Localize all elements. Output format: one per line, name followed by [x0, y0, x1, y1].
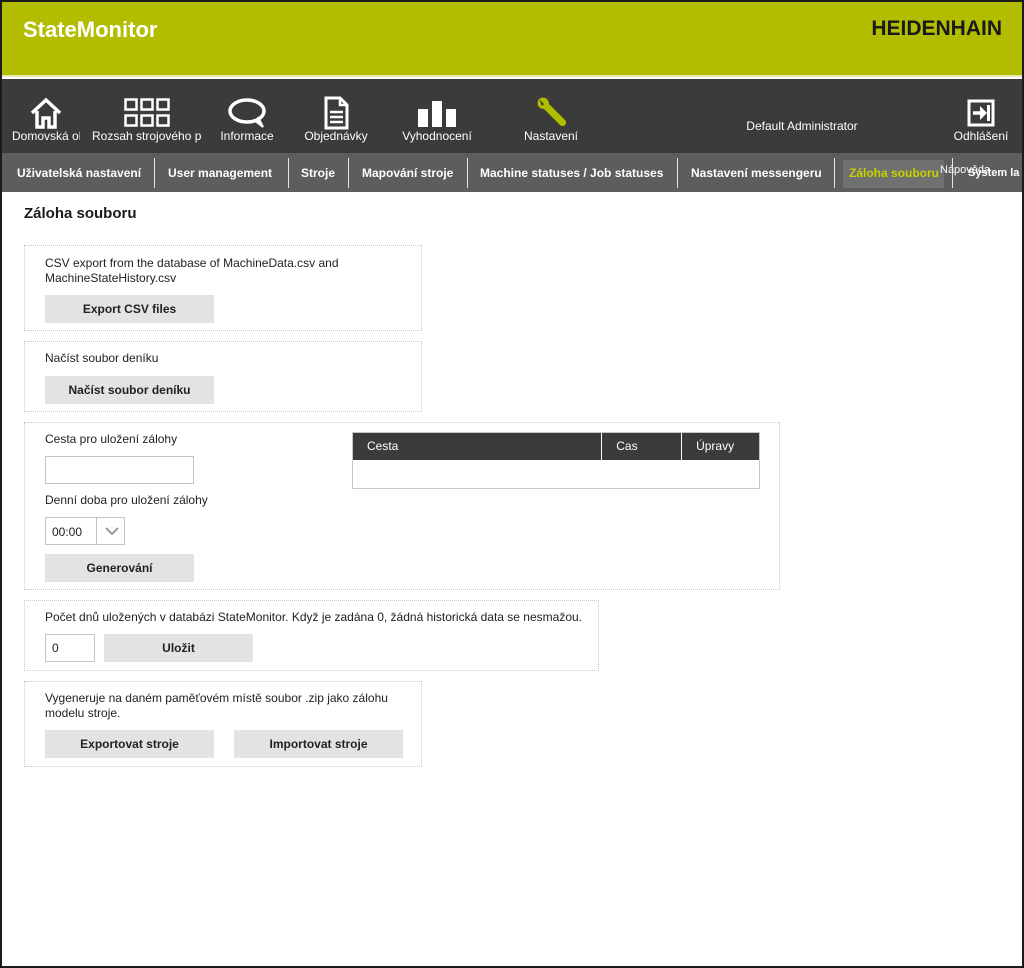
current-user: Default Administrator	[746, 119, 858, 133]
nav-label: Domovská obrazovka	[12, 129, 80, 143]
export-machines-button[interactable]: Exportovat stroje	[45, 730, 214, 758]
tab-user-management[interactable]: User management	[168, 153, 272, 192]
app-window: StateMonitor HEIDENHAIN Domovská obrazov…	[0, 0, 1024, 968]
grid-icon	[124, 98, 170, 127]
nav-item-home[interactable]: Domovská obrazovka	[12, 79, 80, 153]
tab-divider	[834, 158, 835, 188]
csv-export-description: CSV export from the database of MachineD…	[45, 256, 339, 270]
load-log-file-button[interactable]: Načíst soubor deníku	[45, 376, 214, 404]
nav-item-evaluation[interactable]: Vyhodnocení	[396, 79, 478, 153]
app-title: StateMonitor	[23, 17, 158, 42]
nav-label: Informace	[220, 129, 274, 143]
column-header-time[interactable]: Cas	[601, 432, 683, 460]
log-file-description: Načíst soubor deníku	[45, 351, 159, 365]
nav-label: Objednávky	[304, 129, 368, 143]
csv-export-description-2: MachineStateHistory.csv	[45, 271, 177, 285]
home-icon	[30, 97, 62, 129]
save-retention-button[interactable]: Uložit	[104, 634, 253, 662]
main-nav: Domovská obrazovka Rozsah strojového par…	[2, 79, 1022, 153]
backup-time-label: Denní doba pro uložení zálohy	[45, 493, 208, 507]
retention-days-input[interactable]	[45, 634, 95, 662]
backup-time-value: 00:00	[52, 525, 83, 539]
tab-machine-mapping[interactable]: Mapování stroje	[362, 153, 453, 192]
document-icon	[324, 96, 349, 130]
tab-file-backup[interactable]: Záloha souboru	[849, 153, 943, 192]
nav-item-orders[interactable]: Objednávky	[300, 79, 372, 153]
settings-subnav: Uživatelská nastavení User management St…	[2, 153, 1022, 192]
backup-path-label: Cesta pro uložení zálohy	[45, 432, 178, 446]
tab-divider	[154, 158, 155, 188]
logout-button[interactable]: Odhlášení	[946, 79, 1016, 153]
tab-divider	[288, 158, 289, 188]
backup-path-input[interactable]	[45, 456, 194, 484]
column-header-path[interactable]: Cesta	[352, 432, 603, 460]
tab-user-settings[interactable]: Uživatelská nastavení	[17, 153, 141, 192]
table-header-row: Cesta Cas Úpravy	[352, 432, 760, 460]
tab-messenger-settings[interactable]: Nastavení messengeru	[691, 153, 822, 192]
import-machines-button[interactable]: Importovat stroje	[234, 730, 403, 758]
generate-backup-button[interactable]: Generování	[45, 554, 194, 582]
chevron-down-icon	[105, 527, 119, 536]
column-header-edits[interactable]: Úpravy	[681, 432, 760, 460]
machines-backup-description: Vygeneruje na daném paměťovém místě soub…	[45, 691, 388, 705]
tab-divider	[348, 158, 349, 188]
speech-bubble-icon	[228, 98, 266, 128]
nav-label: Nastavení	[523, 129, 579, 143]
nav-label: Rozsah strojového parku	[92, 129, 202, 143]
machines-backup-description-2: modelu stroje.	[45, 706, 121, 720]
backup-table: Cesta Cas Úpravy	[352, 432, 760, 489]
machines-backup-panel: Vygeneruje na daném paměťovém místě soub…	[24, 681, 422, 767]
csv-export-panel: CSV export from the database of MachineD…	[24, 245, 422, 331]
table-empty-cell	[352, 459, 760, 489]
page-title: Záloha souboru	[24, 205, 137, 222]
nav-item-machine-park[interactable]: Rozsah strojového parku	[92, 79, 202, 153]
tab-divider	[677, 158, 678, 188]
brand-logo: HEIDENHAIN	[871, 17, 1002, 40]
table-row	[352, 459, 760, 489]
top-header: StateMonitor HEIDENHAIN	[2, 2, 1022, 77]
nav-label: Odhlášení	[953, 129, 1009, 143]
export-csv-button[interactable]: Export CSV files	[45, 295, 214, 323]
log-file-panel: Načíst soubor deníku Načíst soubor deník…	[24, 341, 422, 412]
select-divider	[96, 518, 97, 544]
nav-item-information[interactable]: Informace	[214, 79, 280, 153]
bar-chart-icon	[418, 101, 456, 127]
logout-icon	[967, 99, 995, 127]
retention-panel: Počet dnů uložených v databázi StateMoni…	[24, 600, 599, 671]
retention-description: Počet dnů uložených v databázi StateMoni…	[45, 610, 582, 624]
nav-item-settings[interactable]: Nastavení	[514, 79, 588, 153]
nav-label: Vyhodnocení	[402, 129, 472, 143]
tab-machines[interactable]: Stroje	[301, 153, 335, 192]
backup-time-select[interactable]: 00:00	[45, 517, 125, 545]
tab-system-language[interactable]: System la	[968, 153, 1022, 192]
wrench-icon	[537, 97, 567, 127]
tab-divider	[467, 158, 468, 188]
tab-machine-statuses[interactable]: Machine statuses / Job statuses	[480, 153, 663, 192]
